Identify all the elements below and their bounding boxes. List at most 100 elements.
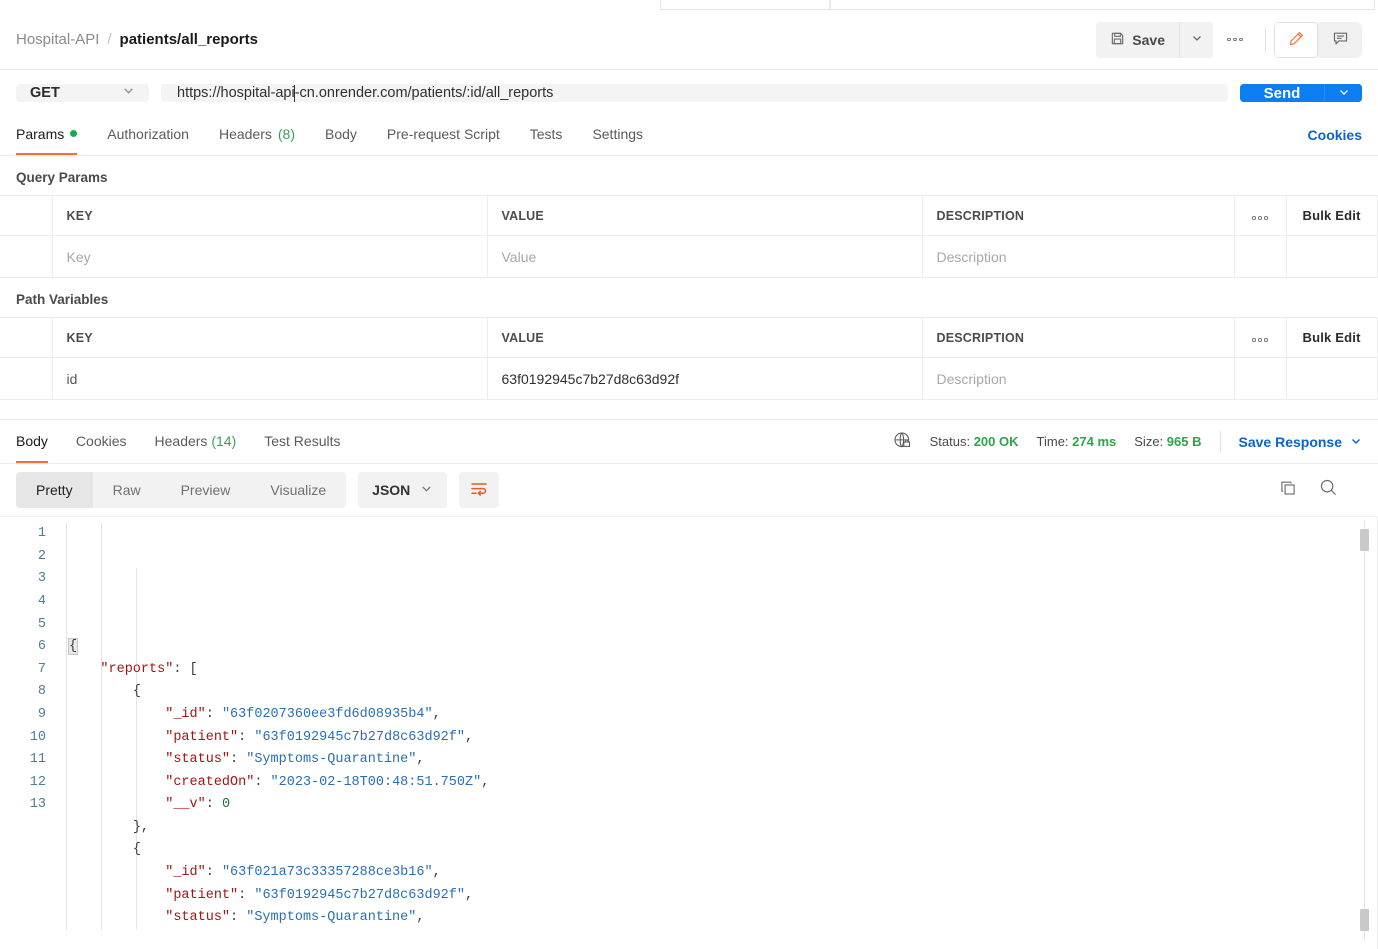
tab-tests[interactable]: Tests	[530, 116, 563, 154]
response-scrollbar[interactable]	[1360, 521, 1370, 949]
status-badge: 200 OK	[973, 434, 1019, 450]
search-icon	[1319, 478, 1338, 502]
query-params-description-input[interactable]: Description	[922, 235, 1235, 278]
path-variables-title: Path Variables	[16, 292, 109, 307]
query-params-row-checkbox[interactable]	[0, 235, 53, 278]
tab-strip	[0, 0, 1378, 10]
table-row[interactable]: Key Value Description	[0, 235, 1378, 278]
view-mode-visualize[interactable]: Visualize	[250, 472, 346, 508]
code-token-pun: ,	[432, 865, 441, 881]
code-token-pun: ,	[464, 729, 474, 745]
code-token-pun: :	[238, 887, 255, 903]
query-params-bulk-edit-button[interactable]: Bulk Edit	[1286, 195, 1378, 236]
save-button-label: Save	[1132, 31, 1165, 48]
chevron-down-icon	[420, 482, 433, 498]
tab-pre-request-script[interactable]: Pre-request Script	[387, 116, 500, 154]
size-group: Size: 965 B	[1134, 434, 1201, 449]
path-variables-value-input[interactable]: 63f0192945c7b27d8c63d92f	[487, 357, 923, 400]
request-tabs: Params Authorization Headers (8) Body Pr…	[0, 114, 1378, 156]
response-tab-test-results[interactable]: Test Results	[264, 421, 340, 462]
meta-divider	[1219, 430, 1221, 453]
tab-params[interactable]: Params	[16, 116, 78, 155]
code-line: "patient": "63f0192945c7b27d8c63d92f",	[68, 885, 1378, 908]
response-format-select[interactable]: JSON	[358, 472, 448, 509]
send-options-button[interactable]	[1324, 84, 1362, 102]
path-variables-key-input[interactable]: id	[52, 357, 488, 400]
response-header: Body Cookies Headers (14) Test Results S…	[0, 420, 1378, 465]
query-params-key-input[interactable]: Key	[52, 235, 488, 278]
send-button[interactable]: Send	[1240, 84, 1324, 102]
query-params-description-header: DESCRIPTION	[922, 195, 1235, 236]
chevron-down-icon	[1191, 32, 1203, 47]
tab-settings-label: Settings	[592, 125, 644, 142]
response-tab-cookies[interactable]: Cookies	[76, 421, 127, 462]
path-variables-bulk-edit-button[interactable]: Bulk Edit	[1286, 317, 1378, 358]
response-tab-headers[interactable]: Headers (14)	[155, 421, 237, 462]
code-token-pun: :	[254, 774, 271, 790]
view-mode-pretty[interactable]: Pretty	[16, 472, 93, 509]
copy-button[interactable]	[1279, 479, 1297, 502]
breadcrumb-collection[interactable]: Hospital-API	[16, 31, 99, 48]
scrollbar-thumb[interactable]	[1360, 529, 1369, 552]
edit-request-button[interactable]	[1274, 21, 1318, 58]
chevron-down-icon	[1350, 434, 1362, 450]
code-line: },	[68, 817, 1378, 840]
response-body-viewer[interactable]: 1 2 3 4 5 6 7 8 9 10 11 12 13 { "reports": [ { "_id"…	[0, 516, 1378, 949]
url-input[interactable]: https://hospital-api -cn.onrender.com/pat…	[161, 84, 1228, 102]
query-params-table: KEY VALUE DESCRIPTION Bulk Edit Key Valu…	[0, 195, 1378, 278]
code-token-pun: },	[132, 819, 150, 835]
code-token-key: "createdOn"	[165, 774, 255, 790]
query-params-row-spacer-2	[1286, 235, 1378, 278]
save-response-button[interactable]: Save Response	[1239, 434, 1363, 450]
code-token-pun: ,	[432, 706, 441, 722]
code-token-str: "Symptoms-Quarantine"	[246, 752, 417, 768]
view-mode-preview[interactable]: Preview	[161, 472, 251, 508]
tab-authorization[interactable]: Authorization	[107, 116, 189, 154]
code-line: "reports": [	[68, 659, 1378, 682]
path-variables-table: KEY VALUE DESCRIPTION Bulk Edit id 63f01…	[0, 317, 1378, 400]
json-code-block: 1 2 3 4 5 6 7 8 9 10 11 12 13 { "reports": [ { "_id"…	[0, 517, 1378, 930]
line-number: 10	[29, 729, 46, 745]
tab-edge-left	[660, 0, 830, 10]
word-wrap-icon	[469, 480, 489, 501]
path-variables-options-button[interactable]	[1234, 317, 1287, 358]
word-wrap-button[interactable]	[459, 472, 500, 509]
copy-icon	[1279, 479, 1297, 502]
response-tab-body[interactable]: Body	[16, 421, 48, 464]
code-token-str: "63f021a73c33357288ce3b16"	[221, 865, 433, 881]
search-button[interactable]	[1319, 478, 1338, 502]
cookies-link[interactable]: Cookies	[1308, 127, 1362, 143]
http-method-select[interactable]: GET	[16, 84, 149, 102]
code-token-key: "patient"	[165, 729, 239, 745]
line-number: 8	[37, 684, 46, 700]
tab-authorization-label: Authorization	[107, 125, 189, 142]
query-params-value-input[interactable]: Value	[487, 235, 923, 278]
response-format-value: JSON	[372, 482, 411, 499]
scrollbar-thumb-bottom-marker[interactable]	[1360, 909, 1369, 931]
code-token-pun: :	[205, 865, 222, 881]
line-number: 11	[29, 752, 46, 768]
more-options-button[interactable]	[1213, 22, 1257, 58]
save-button[interactable]: Save	[1096, 21, 1179, 58]
comment-button[interactable]	[1318, 21, 1362, 58]
query-params-options-button[interactable]	[1234, 195, 1287, 236]
response-tab-cookies-label: Cookies	[75, 433, 127, 450]
query-params-header-row: KEY VALUE DESCRIPTION Bulk Edit	[0, 195, 1378, 236]
code-token-pun: :	[205, 706, 222, 722]
path-variables-description-input[interactable]: Description	[922, 357, 1235, 400]
time-label: Time:	[1036, 434, 1069, 450]
tab-settings[interactable]: Settings	[592, 116, 643, 154]
tab-headers[interactable]: Headers (8)	[219, 116, 295, 154]
code-token-str: "2023-02-18T00:48:51.750Z"	[270, 774, 482, 790]
save-options-button[interactable]	[1179, 21, 1213, 58]
params-modified-dot	[70, 130, 78, 137]
tab-body[interactable]: Body	[325, 116, 357, 154]
code-token-key: "_id"	[165, 706, 206, 722]
url-bar: GET https://hospital-api -cn.onrender.com…	[0, 70, 1378, 114]
view-mode-raw[interactable]: Raw	[93, 472, 161, 508]
path-variables-row-checkbox[interactable]	[0, 357, 53, 400]
indent-guide-1	[66, 523, 67, 930]
code-token-str: "Symptoms-Quarantine"	[246, 910, 417, 926]
globe-lock-icon	[893, 431, 912, 453]
table-row[interactable]: id 63f0192945c7b27d8c63d92f Description	[0, 357, 1378, 400]
